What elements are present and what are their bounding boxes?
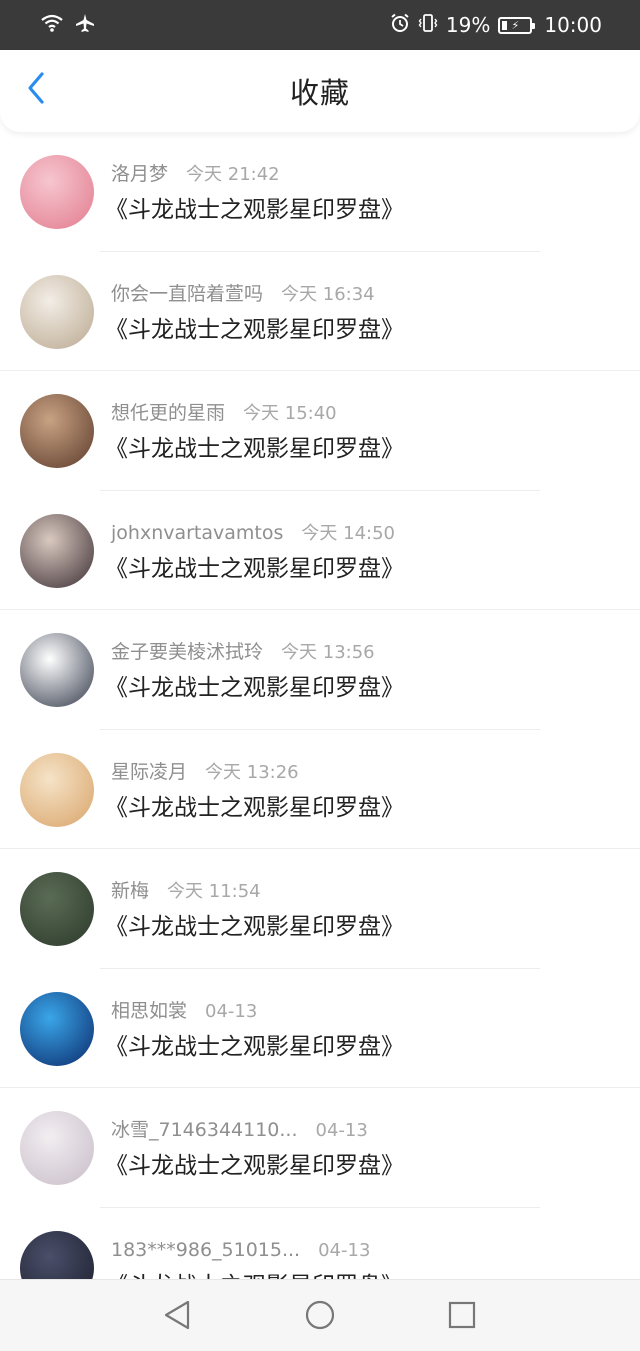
avatar[interactable]: [20, 513, 94, 588]
timestamp: 04-13: [318, 1239, 371, 1261]
avatar[interactable]: [20, 155, 94, 229]
favorite-content: 冰雪_7146344110... 04-13 《斗龙战士之观影星印罗盘》: [105, 1118, 620, 1181]
favorite-content: 金子要美棱沭拭玲 今天 13:56 《斗龙战士之观影星印罗盘》: [105, 640, 620, 703]
avatar[interactable]: [20, 752, 94, 827]
favorite-content: 星际凌月 今天 13:26 《斗龙战士之观影星印罗盘》: [105, 760, 620, 823]
favorite-item[interactable]: 冰雪_7146344110... 04-13 《斗龙战士之观影星印罗盘》: [0, 1088, 640, 1208]
avatar[interactable]: [20, 394, 94, 468]
square-recents-icon: [447, 1300, 477, 1334]
favorite-item[interactable]: 洛月梦 今天 21:42 《斗龙战士之观影星印罗盘》: [0, 132, 640, 252]
timestamp: 今天 13:56: [281, 642, 375, 663]
timestamp: 今天 11:54: [167, 881, 261, 902]
user-name[interactable]: 金子要美棱沭拭玲: [111, 640, 263, 664]
favorite-meta: 冰雪_7146344110... 04-13: [111, 1118, 620, 1143]
timestamp: 04-13: [205, 1000, 258, 1022]
triangle-back-icon: [162, 1299, 192, 1335]
favorites-list: 洛月梦 今天 21:42 《斗龙战士之观影星印罗盘》 你会一直陪着萱吗 今天 16:34…: [0, 132, 640, 1327]
nav-home-button[interactable]: [303, 1300, 337, 1334]
user-name[interactable]: 183***986_51015...: [111, 1238, 300, 1262]
favorite-item[interactable]: johxnvartavamtos 今天 14:50 《斗龙战士之观影星印罗盘》: [0, 491, 640, 610]
battery-icon: ⚡: [498, 16, 536, 34]
favorite-item[interactable]: 想仛更的星雨 今天 15:40 《斗龙战士之观影星印罗盘》: [0, 371, 640, 491]
circle-home-icon: [304, 1299, 336, 1335]
favorite-title[interactable]: 《斗龙战士之观影星印罗盘》: [105, 315, 620, 345]
avatar[interactable]: [20, 872, 94, 946]
favorite-meta: 金子要美棱沭拭玲 今天 13:56: [111, 640, 620, 665]
favorite-content: 相思如裳 04-13 《斗龙战士之观影星印罗盘》: [105, 999, 620, 1062]
status-bar-right: 19% ⚡ 10:00: [390, 13, 602, 38]
chevron-left-icon: [26, 71, 46, 109]
favorite-title[interactable]: 《斗龙战士之观影星印罗盘》: [105, 434, 620, 464]
battery-level: [502, 20, 508, 30]
user-name[interactable]: johxnvartavamtos: [111, 521, 283, 545]
favorite-title[interactable]: 《斗龙战士之观影星印罗盘》: [105, 912, 620, 942]
timestamp: 今天 13:26: [205, 761, 299, 783]
favorite-content: 你会一直陪着萱吗 今天 16:34 《斗龙战士之观影星印罗盘》: [105, 282, 620, 345]
status-time: 10:00: [544, 13, 602, 37]
favorite-title[interactable]: 《斗龙战士之观影星印罗盘》: [105, 1032, 620, 1062]
avatar[interactable]: [20, 274, 94, 349]
favorite-content: 洛月梦 今天 21:42 《斗龙战士之观影星印罗盘》: [105, 162, 620, 225]
avatar[interactable]: [20, 633, 94, 707]
vibrate-icon: [418, 13, 438, 38]
nav-back-button[interactable]: [160, 1300, 194, 1334]
favorite-meta: 你会一直陪着萱吗 今天 16:34: [111, 282, 620, 307]
nav-recents-button[interactable]: [445, 1300, 479, 1334]
favorite-meta: 想仛更的星雨 今天 15:40: [111, 401, 620, 426]
avatar[interactable]: [20, 1111, 94, 1185]
timestamp: 今天 14:50: [301, 522, 396, 544]
favorite-title[interactable]: 《斗龙战士之观影星印罗盘》: [105, 673, 620, 703]
favorite-meta: 183***986_51015... 04-13: [111, 1238, 620, 1263]
user-name[interactable]: 相思如裳: [111, 999, 187, 1023]
airplane-icon: [74, 13, 96, 38]
favorite-title[interactable]: 《斗龙战士之观影星印罗盘》: [105, 554, 620, 584]
alarm-icon: [390, 13, 410, 38]
favorite-meta: johxnvartavamtos 今天 14:50: [111, 521, 620, 546]
user-name[interactable]: 你会一直陪着萱吗: [111, 282, 263, 306]
status-bar-left: [40, 13, 96, 38]
favorite-content: 新梅 今天 11:54 《斗龙战士之观影星印罗盘》: [105, 879, 620, 942]
avatar[interactable]: [20, 991, 94, 1066]
timestamp: 今天 16:34: [281, 283, 375, 305]
user-name[interactable]: 星际凌月: [111, 760, 187, 784]
page-title: 收藏: [289, 76, 350, 110]
back-button[interactable]: [14, 68, 58, 112]
favorite-content: 想仛更的星雨 今天 15:40 《斗龙战士之观影星印罗盘》: [105, 401, 620, 464]
status-bar: 19% ⚡ 10:00: [0, 0, 640, 50]
system-nav-bar: [0, 1279, 640, 1351]
favorite-title[interactable]: 《斗龙战士之观影星印罗盘》: [105, 793, 620, 823]
favorite-meta: 洛月梦 今天 21:42: [111, 162, 620, 187]
timestamp: 04-13: [315, 1120, 368, 1141]
favorite-item[interactable]: 金子要美棱沭拭玲 今天 13:56 《斗龙战士之观影星印罗盘》: [0, 610, 640, 730]
screen: 19% ⚡ 10:00 收藏 洛月梦 今天 21:42 《斗龙战士之观影星印罗盘》你…: [0, 0, 640, 1351]
battery-percent: 19%: [445, 13, 491, 37]
favorite-content: johxnvartavamtos 今天 14:50 《斗龙战士之观影星印罗盘》: [105, 521, 620, 584]
favorite-item[interactable]: 星际凌月 今天 13:26 《斗龙战士之观影星印罗盘》: [0, 730, 640, 849]
user-name[interactable]: 洛月梦: [111, 162, 168, 186]
user-name[interactable]: 想仛更的星雨: [111, 401, 225, 425]
favorite-meta: 星际凌月 今天 13:26: [111, 760, 620, 785]
favorite-item[interactable]: 你会一直陪着萱吗 今天 16:34 《斗龙战士之观影星印罗盘》: [0, 252, 640, 371]
favorite-title[interactable]: 《斗龙战士之观影星印罗盘》: [105, 195, 620, 225]
timestamp: 今天 21:42: [186, 164, 280, 185]
favorite-meta: 新梅 今天 11:54: [111, 879, 620, 904]
user-name[interactable]: 新梅: [111, 879, 149, 903]
favorite-title[interactable]: 《斗龙战士之观影星印罗盘》: [105, 1151, 620, 1181]
wifi-icon: [40, 13, 64, 38]
favorite-item[interactable]: 新梅 今天 11:54 《斗龙战士之观影星印罗盘》: [0, 849, 640, 969]
charging-bolt-icon: ⚡: [511, 18, 520, 32]
app-header: 收藏: [0, 50, 640, 132]
favorite-meta: 相思如裳 04-13: [111, 999, 620, 1024]
user-name[interactable]: 冰雪_7146344110...: [111, 1118, 298, 1142]
favorite-item[interactable]: 相思如裳 04-13 《斗龙战士之观影星印罗盘》: [0, 969, 640, 1088]
timestamp: 今天 15:40: [243, 403, 337, 424]
